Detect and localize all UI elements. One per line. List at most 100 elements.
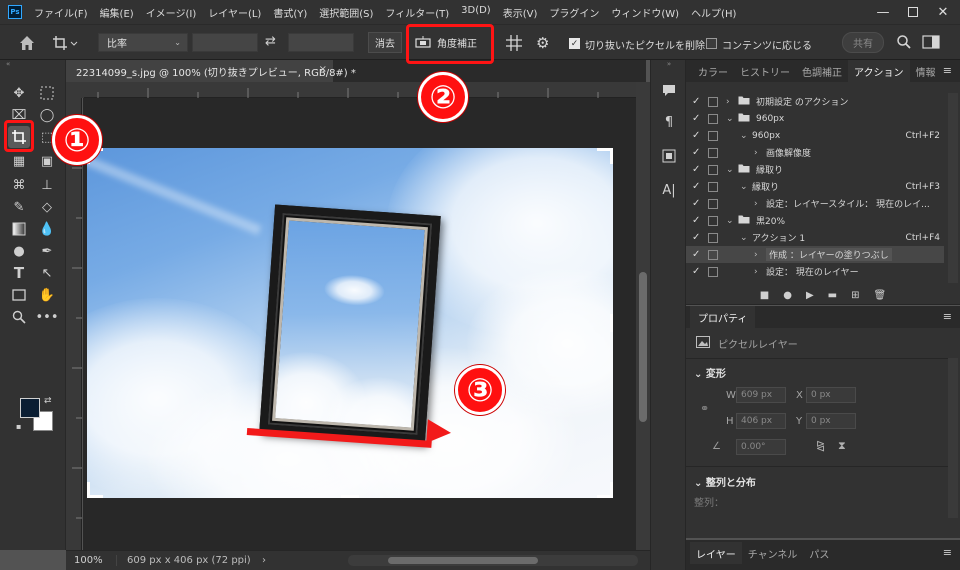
crop-preview-image[interactable] [87, 148, 613, 498]
crop-handle-top-right[interactable] [610, 148, 613, 164]
search-icon[interactable] [896, 34, 912, 50]
scroll-thumb[interactable] [639, 272, 647, 422]
chevron-down-icon[interactable]: ⌄ [740, 233, 748, 243]
toggle-check-icon[interactable]: ✓ [692, 147, 700, 158]
toggle-check-icon[interactable]: ✓ [692, 249, 700, 260]
dialog-toggle-box[interactable] [708, 164, 718, 175]
play-icon[interactable]: ▶ [806, 290, 814, 301]
more-tools-icon[interactable]: ••• [36, 306, 59, 328]
action-row[interactable]: ✓ ⌄ 黒20% [686, 212, 944, 229]
tab-info[interactable]: 情報 [910, 60, 942, 82]
dialog-toggle-box[interactable] [708, 113, 718, 124]
overlay-grid-icon[interactable] [505, 34, 523, 52]
pen-tool-icon[interactable]: ✒ [36, 240, 58, 262]
chevron-down-icon[interactable]: ⌄ [740, 131, 748, 141]
action-row[interactable]: ✓ › 初期設定 のアクション [686, 93, 944, 110]
frame-tool-icon[interactable]: ▦ [8, 150, 30, 172]
horizontal-scrollbar[interactable] [348, 555, 638, 566]
flip-horizontal-icon[interactable]: ⧎ [816, 439, 825, 452]
tab-actions[interactable]: アクション [848, 60, 910, 82]
dialog-toggle-box[interactable] [708, 232, 718, 243]
crop-handle-right[interactable] [610, 314, 613, 332]
dialog-toggle-box[interactable] [708, 147, 718, 158]
crop-preset-icon[interactable] [50, 33, 80, 53]
crop-handle-bottom-right[interactable] [610, 482, 613, 498]
hand-tool-icon[interactable]: ✋ [36, 284, 58, 306]
menu-view[interactable]: 表示(V) [503, 5, 538, 20]
toggle-check-icon[interactable]: ✓ [692, 96, 700, 107]
action-row[interactable]: ✓ ⌄ アクション 1 Ctrl+F4 [686, 229, 944, 246]
transform-section-header[interactable]: ⌄ 変形 [694, 365, 726, 380]
content-aware-checkbox[interactable] [706, 38, 717, 49]
actions-scrollbar[interactable] [948, 93, 958, 283]
crop-height-field[interactable] [288, 33, 354, 52]
chevron-right-icon[interactable]: › [754, 148, 758, 158]
action-row[interactable]: ✓ ⌄ 960px [686, 110, 944, 127]
eraser-tool-icon[interactable]: ◇ [36, 196, 58, 218]
action-row[interactable]: ✓ ⌄ 縁取り [686, 161, 944, 178]
chevron-right-icon[interactable]: › [754, 267, 758, 277]
marquee-tool-icon[interactable] [36, 82, 58, 104]
blur-tool-icon[interactable]: 💧 [36, 218, 58, 240]
horizontal-ruler[interactable] [84, 82, 636, 98]
tab-properties[interactable]: プロパティ [690, 306, 756, 328]
minimize-icon[interactable]: — [868, 0, 898, 24]
menu-filter[interactable]: フィルター(T) [385, 5, 449, 20]
toggle-check-icon[interactable]: ✓ [692, 113, 700, 124]
menu-image[interactable]: イメージ(I) [146, 5, 197, 20]
foreground-color-swatch[interactable] [20, 398, 40, 418]
chevron-right-icon[interactable]: › [726, 97, 730, 107]
crop-ratio-select[interactable]: 比率 ⌄ [98, 33, 188, 52]
menu-edit[interactable]: 編集(E) [100, 5, 134, 20]
toggle-check-icon[interactable]: ✓ [692, 266, 700, 277]
chevron-down-icon[interactable]: ⌄ [726, 114, 734, 124]
chevron-right-icon[interactable]: › [262, 555, 266, 566]
rectangle-tool-icon[interactable] [8, 284, 30, 306]
home-icon[interactable] [16, 33, 38, 53]
tab-channels[interactable]: チャンネル [742, 542, 804, 564]
toggle-check-icon[interactable]: ✓ [692, 232, 700, 243]
maximize-icon[interactable] [898, 0, 928, 24]
healing-brush-tool-icon[interactable]: ⌘ [8, 174, 30, 196]
chevron-down-icon[interactable]: ⌄ [740, 182, 748, 192]
action-row[interactable]: ✓ ⌄ 960px Ctrl+F2 [686, 127, 944, 144]
menu-type[interactable]: 書式(Y) [273, 5, 307, 20]
properties-scrollbar[interactable] [948, 358, 958, 518]
toggle-check-icon[interactable]: ✓ [692, 130, 700, 141]
chevron-down-icon[interactable]: ⌄ [726, 216, 734, 226]
dialog-toggle-box[interactable] [708, 249, 718, 260]
menu-file[interactable]: ファイル(F) [34, 5, 88, 20]
zoom-tool-icon[interactable] [8, 306, 30, 328]
paragraph-icon[interactable]: ¶ [659, 112, 679, 132]
tab-layers[interactable]: レイヤー [690, 542, 742, 564]
tab-paths[interactable]: パス [803, 542, 835, 564]
dialog-toggle-box[interactable] [708, 96, 718, 107]
clear-button[interactable]: 消去 [368, 32, 402, 53]
dialog-toggle-box[interactable] [708, 130, 718, 141]
panel-menu-icon[interactable]: ≡ [943, 546, 952, 559]
panel-menu-icon[interactable]: ≡ [943, 64, 952, 77]
action-row[interactable]: ✓ ⌄ 縁取り Ctrl+F3 [686, 178, 944, 195]
canvas-area[interactable] [83, 98, 636, 550]
chevron-down-icon[interactable]: ⌄ [726, 165, 734, 175]
angle-field[interactable]: 0.00° [736, 439, 786, 455]
dialog-toggle-box[interactable] [708, 266, 718, 277]
type-tool-icon[interactable]: T [8, 262, 30, 284]
action-row[interactable]: ✓ › 設定： 現在のレイヤー [686, 263, 944, 280]
path-select-tool-icon[interactable]: ↖ [36, 262, 58, 284]
toggle-check-icon[interactable]: ✓ [692, 215, 700, 226]
eyedropper-tool-icon[interactable]: ▣ [36, 150, 58, 172]
crop-width-field[interactable] [192, 33, 258, 52]
dialog-toggle-box[interactable] [708, 215, 718, 226]
close-icon[interactable]: ✕ [928, 0, 958, 24]
chevron-right-icon[interactable]: › [754, 250, 758, 260]
y-field[interactable]: 0 px [806, 413, 856, 429]
toggle-check-icon[interactable]: ✓ [692, 198, 700, 209]
brush-tool-icon[interactable]: ✎ [8, 196, 30, 218]
dodge-tool-icon[interactable]: ● [8, 240, 30, 262]
trash-icon[interactable]: 🗑 [874, 290, 887, 301]
menu-layer[interactable]: レイヤー(L) [208, 5, 261, 20]
flip-vertical-icon[interactable]: ⧗ [838, 439, 846, 453]
link-icon[interactable]: ⚭ [700, 402, 709, 415]
libraries-icon[interactable] [659, 146, 679, 166]
